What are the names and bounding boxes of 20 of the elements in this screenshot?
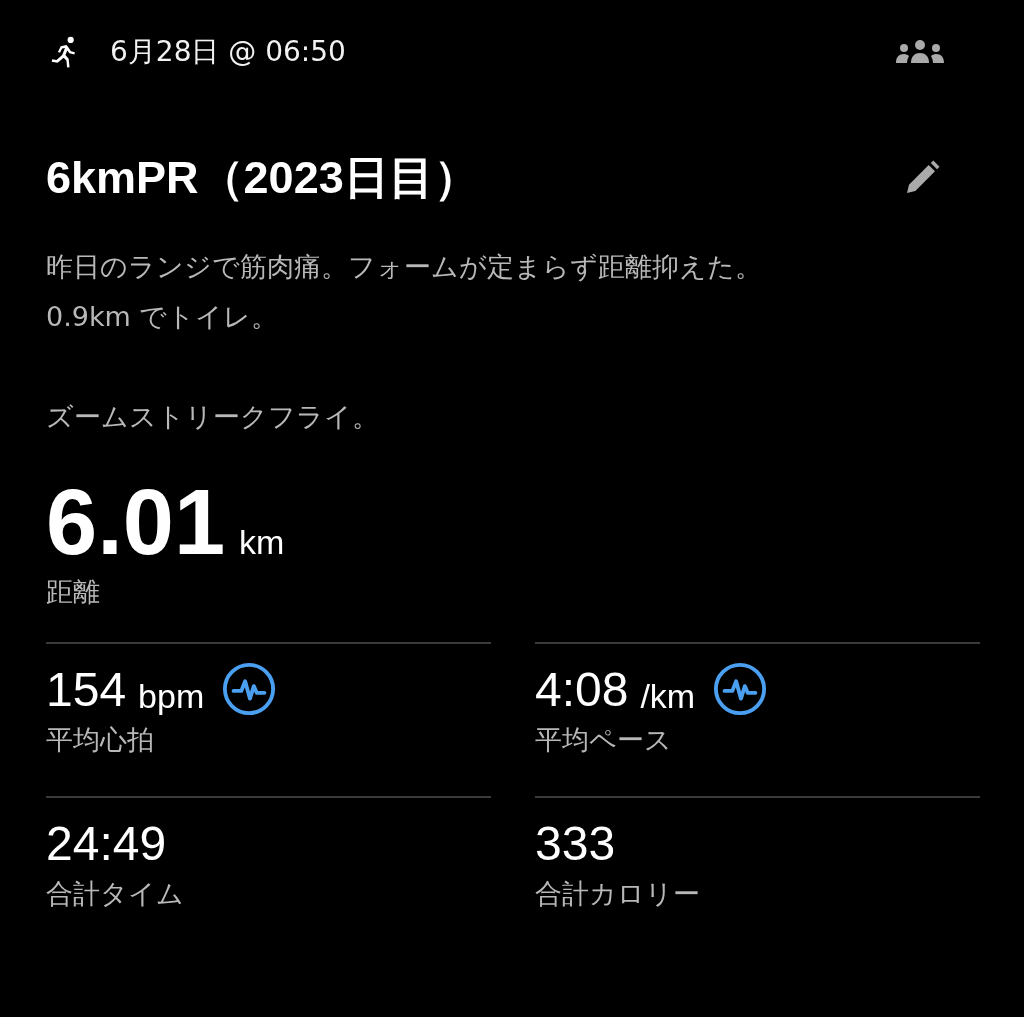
distance-label: 距離 xyxy=(46,575,101,609)
stat-value: 4:08 xyxy=(535,661,629,717)
activity-datetime: 6月28日 @ 06:50 xyxy=(110,34,347,70)
distance-unit: km xyxy=(239,523,285,562)
group-icon[interactable] xyxy=(894,39,946,65)
stat-label: 平均心拍 xyxy=(46,723,155,757)
stat-value: 333 xyxy=(535,815,616,871)
stat-unit: bpm xyxy=(138,677,205,716)
stat-label: 合計タイム xyxy=(46,877,185,911)
stat-unit: /km xyxy=(640,677,696,716)
activity-title: 6kmPR（2023日目） xyxy=(46,151,479,205)
stat-label: 合計カロリー xyxy=(535,877,701,911)
stat-label: 平均ペース xyxy=(535,723,673,757)
distance-value: 6.01 xyxy=(46,472,226,572)
description-paragraph: ズームストリークフライ。 xyxy=(46,400,380,434)
description-paragraph: 昨日のランジで筋肉痛。フォームが定まらず距離抑えた。 0.9km でトイレ。 xyxy=(46,250,763,334)
stat-value: 154 xyxy=(46,661,127,717)
heart-rate-icon[interactable] xyxy=(222,662,277,716)
stat-value: 24:49 xyxy=(46,815,167,871)
heart-rate-icon[interactable] xyxy=(713,662,768,716)
